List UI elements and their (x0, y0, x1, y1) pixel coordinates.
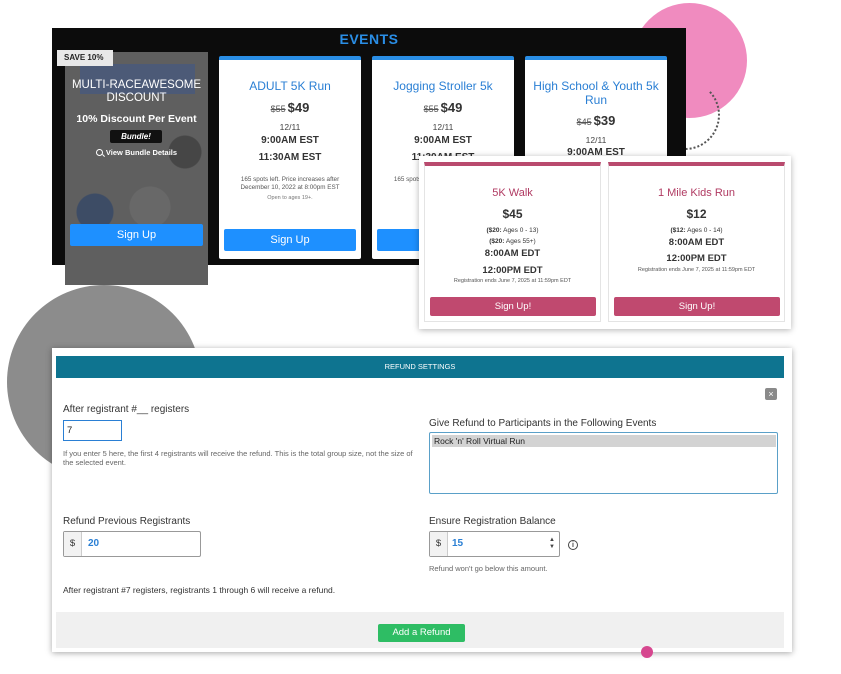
event-start-time: 8:00AM EDT (668, 237, 725, 248)
old-price: $55 (270, 104, 286, 114)
registration-balance-value[interactable]: 15 (452, 532, 463, 556)
event-name[interactable]: Jogging Stroller 5k (376, 79, 510, 93)
currency-symbol: $ (64, 532, 82, 556)
registration-balance-help: Refund won't go below this amount. (429, 564, 548, 573)
bundle-card: MULTI-RACEAWESOME DISCOUNT 10% Discount … (65, 52, 208, 285)
event-end-time: 12:00PM EDT (482, 265, 543, 276)
bundle-title: MULTI-RACEAWESOME DISCOUNT (71, 79, 202, 104)
close-icon[interactable]: × (765, 388, 777, 400)
current-price: $49 (440, 100, 463, 115)
event-ages: Open to ages 19+. (267, 195, 313, 201)
event-end-time: 12:00PM EDT (666, 253, 727, 264)
old-price: $55 (423, 104, 439, 114)
bundle-sign-up-button[interactable]: Sign Up (70, 224, 203, 246)
refund-previous-label: Refund Previous Registrants (63, 516, 191, 527)
event-date: 12/11 (585, 135, 607, 145)
save-badge: SAVE 10% (57, 50, 113, 66)
spin-up-icon[interactable]: ▲ (548, 537, 556, 544)
tier-price: ($12: (670, 227, 686, 234)
event-price: $45 $39 (525, 113, 667, 128)
event-price: $55 $49 (372, 100, 514, 115)
registrant-count-help: If you enter 5 here, the first 4 registr… (63, 449, 413, 467)
event-name[interactable]: 1 Mile Kids Run (609, 187, 784, 199)
refund-settings-header: REFUND SETTINGS (56, 356, 784, 378)
tier-ages: Ages 0 - 14) (687, 227, 723, 234)
old-price: $45 (576, 117, 592, 127)
event-spots: 165 spots left. Price increases after De… (240, 176, 340, 191)
event-price: $45 (502, 207, 523, 221)
decorative-pink-dot (641, 646, 653, 658)
refund-event-option[interactable]: Rock 'n' Roll Virtual Run (432, 435, 776, 447)
tier-price: ($20: (486, 227, 502, 234)
event-sign-up-button[interactable]: Sign Up! (430, 297, 596, 316)
registration-deadline: Registration ends June 7, 2025 at 11:59p… (637, 267, 756, 273)
current-price: $39 (593, 113, 616, 128)
featured-event-card: 1 Mile Kids Run $12 ($12: Ages 0 - 14) 8… (608, 162, 785, 322)
registration-balance-label: Ensure Registration Balance (429, 516, 556, 527)
refund-settings-panel: REFUND SETTINGS × After registrant #__ r… (52, 348, 792, 652)
event-card: ADULT 5K Run $55 $49 12/11 9:00AM EST 11:… (219, 56, 361, 259)
number-spinner[interactable]: ▲ ▼ (548, 537, 556, 551)
event-date: 12/11 (432, 122, 454, 132)
event-name[interactable]: 5K Walk (425, 187, 600, 199)
tier-price: ($20: (489, 238, 505, 245)
registration-deadline: Registration ends June 7, 2025 at 11:59p… (453, 278, 572, 284)
event-price: $12 (686, 207, 707, 221)
registration-balance-field[interactable]: $ 15 ▲ ▼ (429, 531, 560, 557)
refund-footer: Add a Refund (56, 612, 784, 648)
view-bundle-details-link[interactable]: View Bundle Details (65, 148, 208, 157)
refund-events-select[interactable]: Rock 'n' Roll Virtual Run (429, 432, 778, 494)
refund-previous-value[interactable]: 20 (88, 532, 99, 556)
registrant-count-input[interactable]: 7 (63, 420, 122, 441)
price-tier: ($20: Ages 55+) (425, 238, 600, 245)
bundle-discount: 10% Discount Per Event (76, 113, 197, 125)
event-start-time: 9:00AM EST (261, 135, 319, 146)
current-price: $49 (287, 100, 310, 115)
spin-down-icon[interactable]: ▼ (548, 544, 556, 551)
tier-ages: Ages 55+) (505, 238, 536, 245)
marketing-collage: EVENTS MULTI-RACEAWESOME DISCOUNT 10% Di… (0, 0, 841, 674)
bundle-tag: Bundle! (110, 130, 162, 143)
view-bundle-details-label: View Bundle Details (105, 148, 178, 157)
add-refund-button[interactable]: Add a Refund (378, 624, 465, 642)
price-tier: ($20: Ages 0 - 13) (425, 227, 600, 234)
refund-previous-field[interactable]: $ 20 (63, 531, 201, 557)
featured-events-panel: 5K Walk $45 ($20: Ages 0 - 13) ($20: Age… (419, 156, 791, 329)
event-sign-up-button[interactable]: Sign Up (224, 229, 356, 251)
currency-symbol: $ (430, 532, 448, 556)
event-price: $55 $49 (219, 100, 361, 115)
event-name[interactable]: ADULT 5K Run (223, 79, 357, 93)
event-name[interactable]: High School & Youth 5k Run (529, 79, 663, 107)
events-title: EVENTS (339, 31, 399, 47)
refund-summary: After registrant #7 registers, registran… (63, 585, 336, 595)
refund-events-label: Give Refund to Participants in the Follo… (429, 418, 657, 429)
info-icon[interactable]: i (568, 540, 578, 550)
event-start-time: 8:00AM EDT (484, 248, 541, 259)
after-registrant-label: After registrant #__ registers (63, 404, 190, 415)
event-start-time: 9:00AM EST (414, 135, 472, 146)
tier-ages: Ages 0 - 13) (503, 227, 539, 234)
search-icon (95, 149, 103, 156)
event-end-time: 11:30AM EST (258, 152, 322, 163)
event-sign-up-button[interactable]: Sign Up! (614, 297, 780, 316)
event-date: 12/11 (279, 122, 301, 132)
price-tier: ($12: Ages 0 - 14) (609, 227, 784, 234)
featured-event-card: 5K Walk $45 ($20: Ages 0 - 13) ($20: Age… (424, 162, 601, 322)
